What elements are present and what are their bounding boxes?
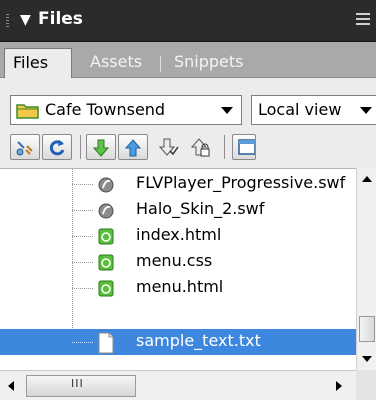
horizontal-scroll-thumb[interactable]: III [26,375,136,397]
scroll-grip: III [71,377,84,390]
chevron-down-icon [360,107,372,114]
get-files-button[interactable] [86,134,116,160]
vertical-scroll-thumb[interactable] [359,316,375,342]
text-file-icon [98,332,114,354]
files-toolbar: Cafe Townsend Local view [0,78,376,168]
file-row[interactable]: menu.html [0,275,356,301]
expand-button[interactable] [232,134,256,160]
file-row[interactable]: FLVPlayer_Progressive.swf [0,171,356,197]
file-tree[interactable]: FLVPlayer_Progressive.swf Halo_Skin_2.sw… [0,168,356,370]
scrollbar-corner [356,370,376,400]
horizontal-scrollbar[interactable]: III [0,370,356,400]
site-folder-icon [16,104,39,119]
scroll-up-icon[interactable] [362,176,372,182]
view-select-value: Local view [258,100,342,119]
scroll-right-icon[interactable] [336,381,342,391]
file-name: menu.html [136,277,224,296]
collapse-triangle-icon[interactable]: ▼ [20,12,31,28]
scroll-down-icon[interactable] [362,356,372,362]
toolbar-separator [80,135,81,159]
tab-assets[interactable]: Assets [82,48,150,78]
tab-files[interactable]: Files [4,48,72,78]
panel-tabs: Files Assets Snippets [0,42,376,78]
swf-file-icon [98,203,114,219]
check-out-icon[interactable] [158,137,180,159]
html-file-icon [98,280,114,297]
refresh-icon [49,140,65,156]
toolbar-separator [224,135,225,159]
chevron-down-icon [221,107,233,114]
tab-separator [160,56,161,72]
file-row-selected[interactable]: sample_text.txt [0,329,356,355]
file-name: FLVPlayer_Progressive.swf [136,173,346,192]
panel-title: Files [38,9,83,29]
site-select[interactable]: Cafe Townsend [10,95,242,125]
file-row[interactable]: index.html [0,223,356,249]
check-in-icon[interactable] [190,137,212,159]
site-select-value: Cafe Townsend [45,100,166,119]
put-files-button[interactable] [118,134,148,160]
tab-snippets[interactable]: Snippets [166,48,252,78]
file-name: menu.css [136,251,213,270]
drag-grip-icon[interactable] [6,14,9,28]
panel-menu-icon[interactable] [356,13,370,27]
get-files-icon [92,139,110,157]
vertical-scrollbar[interactable] [356,168,376,370]
file-row[interactable]: Halo_Skin_2.swf [0,197,356,223]
css-file-icon [98,254,114,271]
scroll-left-icon[interactable] [8,381,14,391]
file-name: index.html [136,225,222,244]
file-name: Halo_Skin_2.swf [136,199,265,218]
connect-button[interactable] [10,134,40,160]
panel-titlebar[interactable]: ▼ Files [0,0,376,42]
swf-file-icon [98,177,114,193]
connect-icon [16,141,33,156]
file-name: sample_text.txt [136,331,261,350]
put-files-icon [124,139,142,157]
html-file-icon [98,228,114,245]
refresh-button[interactable] [42,134,72,160]
file-row[interactable]: menu.css [0,249,356,275]
view-select[interactable]: Local view [251,95,376,125]
expand-icon [238,139,255,155]
